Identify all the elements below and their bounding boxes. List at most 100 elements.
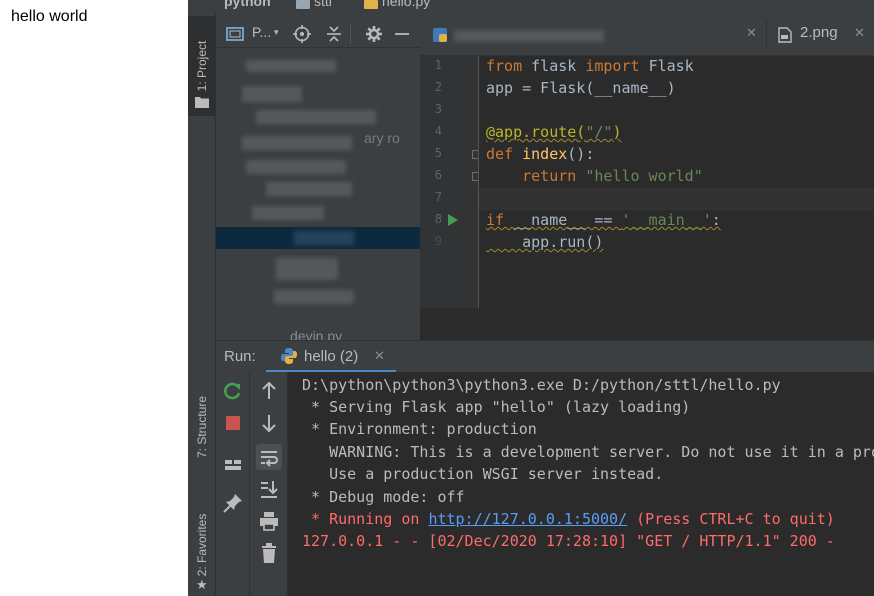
- image-file-icon: [778, 27, 792, 43]
- current-line-highlight: [479, 188, 874, 210]
- code-token: "hello world": [585, 167, 703, 185]
- code-line: from flask import Flask: [486, 57, 694, 75]
- tab-favorites-label: 2: Favorites: [195, 513, 209, 577]
- line-number: 2: [434, 80, 442, 94]
- tab-project-label: 1: Project: [195, 40, 209, 92]
- collapse-icon[interactable]: [324, 24, 344, 44]
- close-icon[interactable]: ✕: [854, 26, 865, 41]
- server-url-link[interactable]: http://127.0.0.1:5000/: [428, 510, 627, 528]
- breadcrumb-python[interactable]: python: [224, 0, 271, 9]
- tree-item[interactable]: [256, 110, 376, 124]
- trash-icon[interactable]: [256, 540, 282, 566]
- stop-icon[interactable]: [220, 410, 246, 436]
- tree-item[interactable]: [242, 136, 352, 150]
- project-toolbar: P... ▾: [216, 20, 420, 48]
- console-line: D:\python\python3\python3.exe D:/python/…: [302, 376, 781, 394]
- line-number: 1: [434, 58, 442, 72]
- hide-icon[interactable]: [392, 24, 412, 44]
- code-line: app.run(): [486, 233, 603, 251]
- pin-icon[interactable]: [220, 490, 246, 516]
- code-token: import: [585, 57, 649, 75]
- breadcrumb-sttl[interactable]: sttl: [314, 0, 332, 9]
- print-icon[interactable]: [256, 508, 282, 534]
- run-tab-hello[interactable]: hello (2) ✕: [266, 341, 396, 373]
- layout-icon[interactable]: [220, 452, 246, 478]
- run-toolbar-primary: [216, 372, 250, 596]
- soft-wrap-icon[interactable]: [256, 444, 282, 470]
- editor-gutter: 1 2 3 4 5 6 7 8 9: [420, 56, 478, 308]
- python-logo-icon: [281, 348, 297, 364]
- tree-item[interactable]: [266, 182, 352, 196]
- project-view-label[interactable]: P...: [252, 24, 271, 40]
- python-file-icon: [364, 0, 378, 9]
- line-number: 6: [434, 168, 442, 182]
- locate-icon[interactable]: [292, 24, 312, 44]
- navigation-bar: python sttl hello.py: [188, 0, 874, 12]
- code-token: from: [486, 57, 532, 75]
- tree-item[interactable]: [276, 258, 338, 280]
- code-token: return: [486, 167, 586, 185]
- code-line: def index():: [486, 145, 594, 163]
- console-line: * Environment: production: [302, 420, 537, 438]
- console-line: * Debug mode: off: [302, 488, 465, 506]
- editor-tab-hello[interactable]: [454, 30, 604, 42]
- arrow-down-icon[interactable]: [256, 410, 282, 436]
- console-line: * Serving Flask app "hello" (lazy loadin…: [302, 398, 691, 416]
- run-tab-label: hello (2): [304, 348, 359, 365]
- folder-icon: [195, 97, 209, 108]
- pycharm-window: python sttl hello.py 1: Project 7: Struc…: [188, 0, 874, 596]
- toolbar-divider: [350, 24, 351, 44]
- line-number: 7: [434, 190, 442, 204]
- tree-item[interactable]: [246, 60, 336, 72]
- code-token: @app.route(: [486, 123, 586, 141]
- arrow-up-icon[interactable]: [256, 378, 282, 404]
- tab-project[interactable]: 1: Project: [188, 16, 216, 116]
- code-line: return "hello world": [486, 167, 703, 185]
- running-suffix: (Press CTRL+C to quit): [627, 510, 835, 528]
- code-token: __name__ ==: [513, 211, 622, 229]
- console-line: WARNING: This is a development server. D…: [329, 443, 874, 461]
- run-toolbar-secondary: [250, 372, 288, 596]
- editor-tab-bar: ✕ 2.png ✕: [420, 12, 874, 56]
- run-tool-window-header: Run: hello (2) ✕: [216, 340, 874, 373]
- folder-icon: [296, 0, 310, 9]
- code-line: @app.route("/"): [486, 123, 621, 141]
- run-gutter-icon[interactable]: [448, 214, 458, 226]
- code-token: if: [486, 211, 514, 229]
- code-token: :: [711, 211, 721, 229]
- tab-favorites[interactable]: 2: Favorites: [188, 500, 216, 590]
- line-number: 3: [434, 102, 442, 116]
- console-line: Use a production WSGI server instead.: [302, 465, 664, 483]
- line-number: 5: [434, 146, 442, 160]
- selected-tree-row[interactable]: [216, 227, 420, 249]
- tree-item[interactable]: [252, 206, 324, 220]
- rerun-icon[interactable]: [220, 378, 246, 404]
- code-token: app.run(): [486, 233, 604, 251]
- code-token: flask: [531, 57, 586, 75]
- close-icon[interactable]: ✕: [374, 349, 385, 364]
- console-output[interactable]: D:\python\python3\python3.exe D:/python/…: [288, 372, 874, 596]
- breadcrumb-hello-py[interactable]: hello.py: [382, 0, 430, 9]
- console-running-line: * Running on http://127.0.0.1:5000/ (Pre…: [302, 510, 835, 528]
- editor-tab-2-png[interactable]: 2.png: [800, 24, 838, 48]
- tree-item[interactable]: [274, 290, 354, 304]
- project-view-icon[interactable]: [226, 26, 244, 42]
- scroll-to-end-icon[interactable]: [256, 476, 282, 502]
- code-token: ():: [567, 145, 595, 163]
- browser-body-text: hello world: [11, 8, 88, 25]
- gear-icon[interactable]: [364, 24, 384, 44]
- close-icon[interactable]: ✕: [746, 26, 757, 41]
- chevron-down-icon[interactable]: ▾: [274, 28, 279, 38]
- tree-item[interactable]: [242, 86, 302, 102]
- line-number: 8: [434, 212, 442, 226]
- run-label: Run:: [224, 348, 256, 365]
- browser-page: hello world: [0, 0, 188, 596]
- tree-item[interactable]: [246, 160, 346, 174]
- tree-item-text: ary ro: [364, 130, 400, 146]
- project-tool-window: P... ▾ ary ro devin.py: [216, 12, 420, 344]
- line-number: 4: [434, 124, 442, 138]
- tab-structure[interactable]: 7: Structure: [188, 382, 216, 472]
- code-editor[interactable]: from flask import Flask app = Flask(__nam…: [479, 56, 874, 308]
- code-line: if __name__ == '__main__':: [486, 211, 721, 229]
- code-token: index: [522, 145, 568, 163]
